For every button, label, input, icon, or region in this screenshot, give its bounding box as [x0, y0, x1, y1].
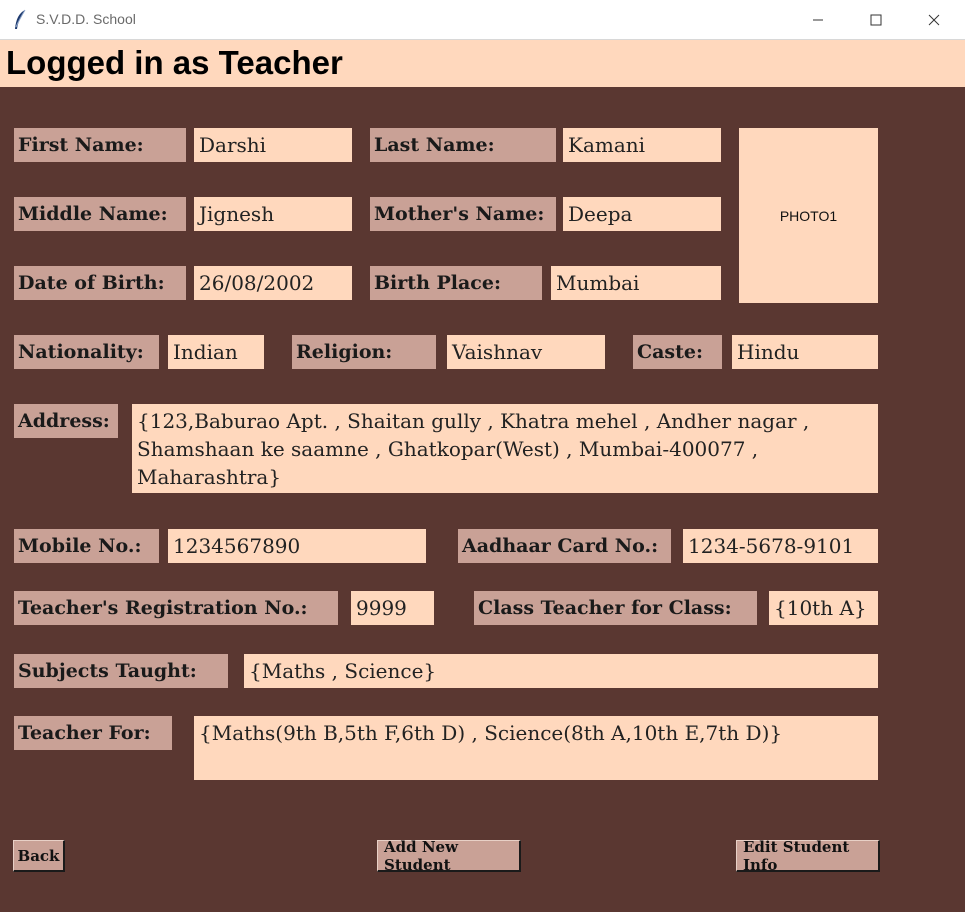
minimize-button[interactable] [789, 0, 847, 40]
add-new-student-button[interactable]: Add New Student [377, 838, 521, 874]
religion-field[interactable]: Vaishnav [447, 335, 605, 369]
registration-field[interactable]: 9999 [351, 591, 434, 625]
header-bar: Logged in as Teacher [0, 40, 965, 87]
feather-icon [15, 9, 26, 29]
window-titlebar: S.V.D.D. School [0, 0, 965, 40]
window-title: S.V.D.D. School [36, 11, 136, 27]
maximize-icon [870, 14, 882, 26]
page-title: Logged in as Teacher [6, 44, 343, 81]
subjects-label: Subjects Taught: [14, 654, 228, 688]
close-button[interactable] [905, 0, 963, 40]
registration-label: Teacher's Registration No.: [14, 591, 338, 625]
maximize-button[interactable] [847, 0, 905, 40]
nationality-field[interactable]: Indian [168, 335, 264, 369]
caste-label: Caste: [633, 335, 722, 369]
subjects-field[interactable]: {Maths , Science} [244, 654, 878, 688]
class-teacher-field[interactable]: {10th A} [769, 591, 878, 625]
mother-name-label: Mother's Name: [370, 197, 556, 231]
minimize-icon [813, 19, 823, 21]
religion-label: Religion: [292, 335, 436, 369]
mobile-field[interactable]: 1234567890 [168, 529, 426, 563]
teacher-for-label: Teacher For: [14, 716, 172, 750]
edit-student-info-button[interactable]: Edit Student Info [736, 838, 880, 874]
class-teacher-label: Class Teacher for Class: [474, 591, 757, 625]
middle-name-label: Middle Name: [14, 197, 186, 231]
birth-place-field[interactable]: Mumbai [551, 266, 721, 300]
dob-field[interactable]: 26/08/2002 [194, 266, 352, 300]
address-field[interactable]: {123,Baburao Apt. , Shaitan gully , Khat… [132, 404, 878, 493]
first-name-field[interactable]: Darshi [194, 128, 352, 162]
back-button[interactable]: Back [13, 840, 65, 872]
aadhaar-label: Aadhaar Card No.: [458, 529, 671, 563]
middle-name-field[interactable]: Jignesh [194, 197, 352, 231]
teacher-for-field[interactable]: {Maths(9th B,5th F,6th D) , Science(8th … [194, 716, 878, 780]
last-name-label: Last Name: [370, 128, 556, 162]
address-label: Address: [14, 404, 118, 438]
mobile-label: Mobile No.: [14, 529, 159, 563]
close-icon [928, 14, 940, 26]
caste-field[interactable]: Hindu [732, 335, 878, 369]
nationality-label: Nationality: [14, 335, 159, 369]
photo-placeholder: PHOTO1 [739, 128, 878, 303]
mother-name-field[interactable]: Deepa [563, 197, 721, 231]
birth-place-label: Birth Place: [370, 266, 542, 300]
first-name-label: First Name: [14, 128, 186, 162]
dob-label: Date of Birth: [14, 266, 186, 300]
aadhaar-field[interactable]: 1234-5678-9101 [683, 529, 878, 563]
last-name-field[interactable]: Kamani [563, 128, 721, 162]
